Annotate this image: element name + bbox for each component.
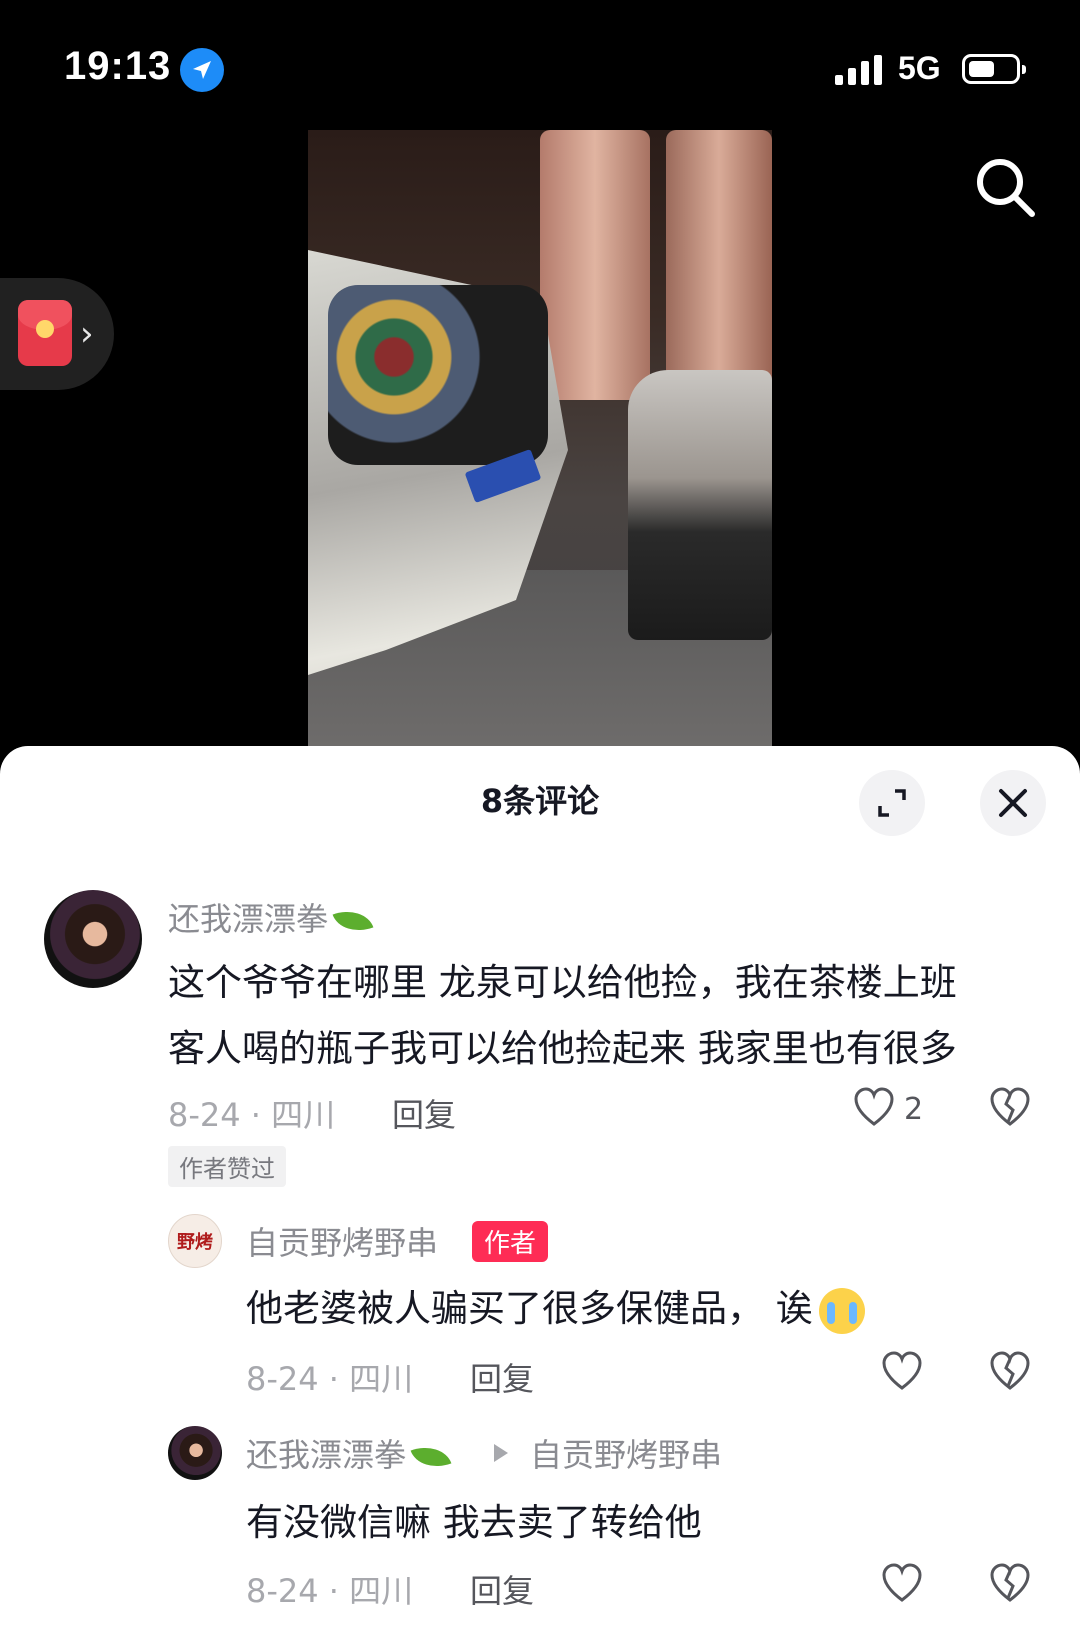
dislike-icon[interactable] bbox=[988, 1350, 1032, 1394]
network-type: 5G bbox=[898, 50, 941, 86]
cellular-signal-icon bbox=[835, 55, 885, 85]
close-icon bbox=[999, 789, 1027, 817]
avatar[interactable]: 野烤 bbox=[168, 1214, 222, 1268]
dislike-icon[interactable] bbox=[988, 1562, 1032, 1606]
heart-icon[interactable] bbox=[852, 1086, 896, 1130]
chevron-right-icon: › bbox=[80, 314, 94, 354]
reply-button[interactable]: 回复 bbox=[470, 1566, 534, 1612]
author-liked-badge: 作者赞过 bbox=[168, 1146, 286, 1187]
battery-icon bbox=[962, 54, 1026, 84]
comment-meta: 8-24 · 四川 bbox=[246, 1572, 414, 1610]
avatar[interactable] bbox=[44, 890, 142, 988]
location-arrow-icon bbox=[180, 48, 224, 92]
author-badge: 作者 bbox=[472, 1221, 549, 1262]
expand-icon bbox=[878, 789, 906, 817]
comment-text: 他老婆被人骗买了很多保健品， 诶 bbox=[246, 1278, 865, 1334]
leaf-icon bbox=[332, 902, 374, 940]
reply-to-username[interactable]: 自贡野烤野串 bbox=[530, 1430, 722, 1476]
video-frame[interactable] bbox=[308, 130, 772, 748]
like-count: 2 bbox=[904, 1092, 924, 1127]
avatar[interactable] bbox=[168, 1426, 222, 1480]
status-bar: 19:13 5G bbox=[0, 0, 1080, 120]
crying-emoji-icon bbox=[818, 1287, 865, 1334]
status-time: 19:13 bbox=[64, 44, 172, 88]
comment-text: 客人喝的瓶子我可以给他捡起来 我家里也有很多 bbox=[168, 1027, 957, 1070]
heart-icon[interactable] bbox=[880, 1562, 924, 1606]
reply-arrow-icon bbox=[494, 1444, 508, 1462]
comment-username[interactable]: 还我漂漂拳 bbox=[168, 894, 374, 940]
reply-button[interactable]: 回复 bbox=[470, 1354, 534, 1400]
comment-meta: 8-24 · 四川 bbox=[168, 1096, 336, 1134]
heart-icon[interactable] bbox=[880, 1350, 924, 1394]
comment-username[interactable]: 自贡野烤野串 bbox=[246, 1218, 438, 1264]
comment-text: 有没微信嘛 我去卖了转给他 bbox=[246, 1501, 702, 1544]
search-icon[interactable] bbox=[970, 152, 1040, 222]
reply-button[interactable]: 回复 bbox=[392, 1090, 456, 1136]
close-button[interactable] bbox=[980, 770, 1046, 836]
red-packet-button[interactable]: › bbox=[0, 278, 114, 390]
dislike-icon[interactable] bbox=[988, 1086, 1032, 1130]
comment-username[interactable]: 还我漂漂拳 bbox=[246, 1430, 452, 1476]
red-envelope-icon bbox=[18, 300, 72, 366]
expand-button[interactable] bbox=[859, 770, 925, 836]
comment-meta: 8-24 · 四川 bbox=[246, 1360, 414, 1398]
comments-sheet: 8条评论 还我漂漂拳 这个爷爷在哪里 龙泉可以给他捡，我在茶楼上班 客人喝的瓶子… bbox=[0, 746, 1080, 1646]
leaf-icon bbox=[410, 1438, 452, 1476]
comment-text: 这个爷爷在哪里 龙泉可以给他捡，我在茶楼上班 bbox=[168, 961, 957, 1004]
